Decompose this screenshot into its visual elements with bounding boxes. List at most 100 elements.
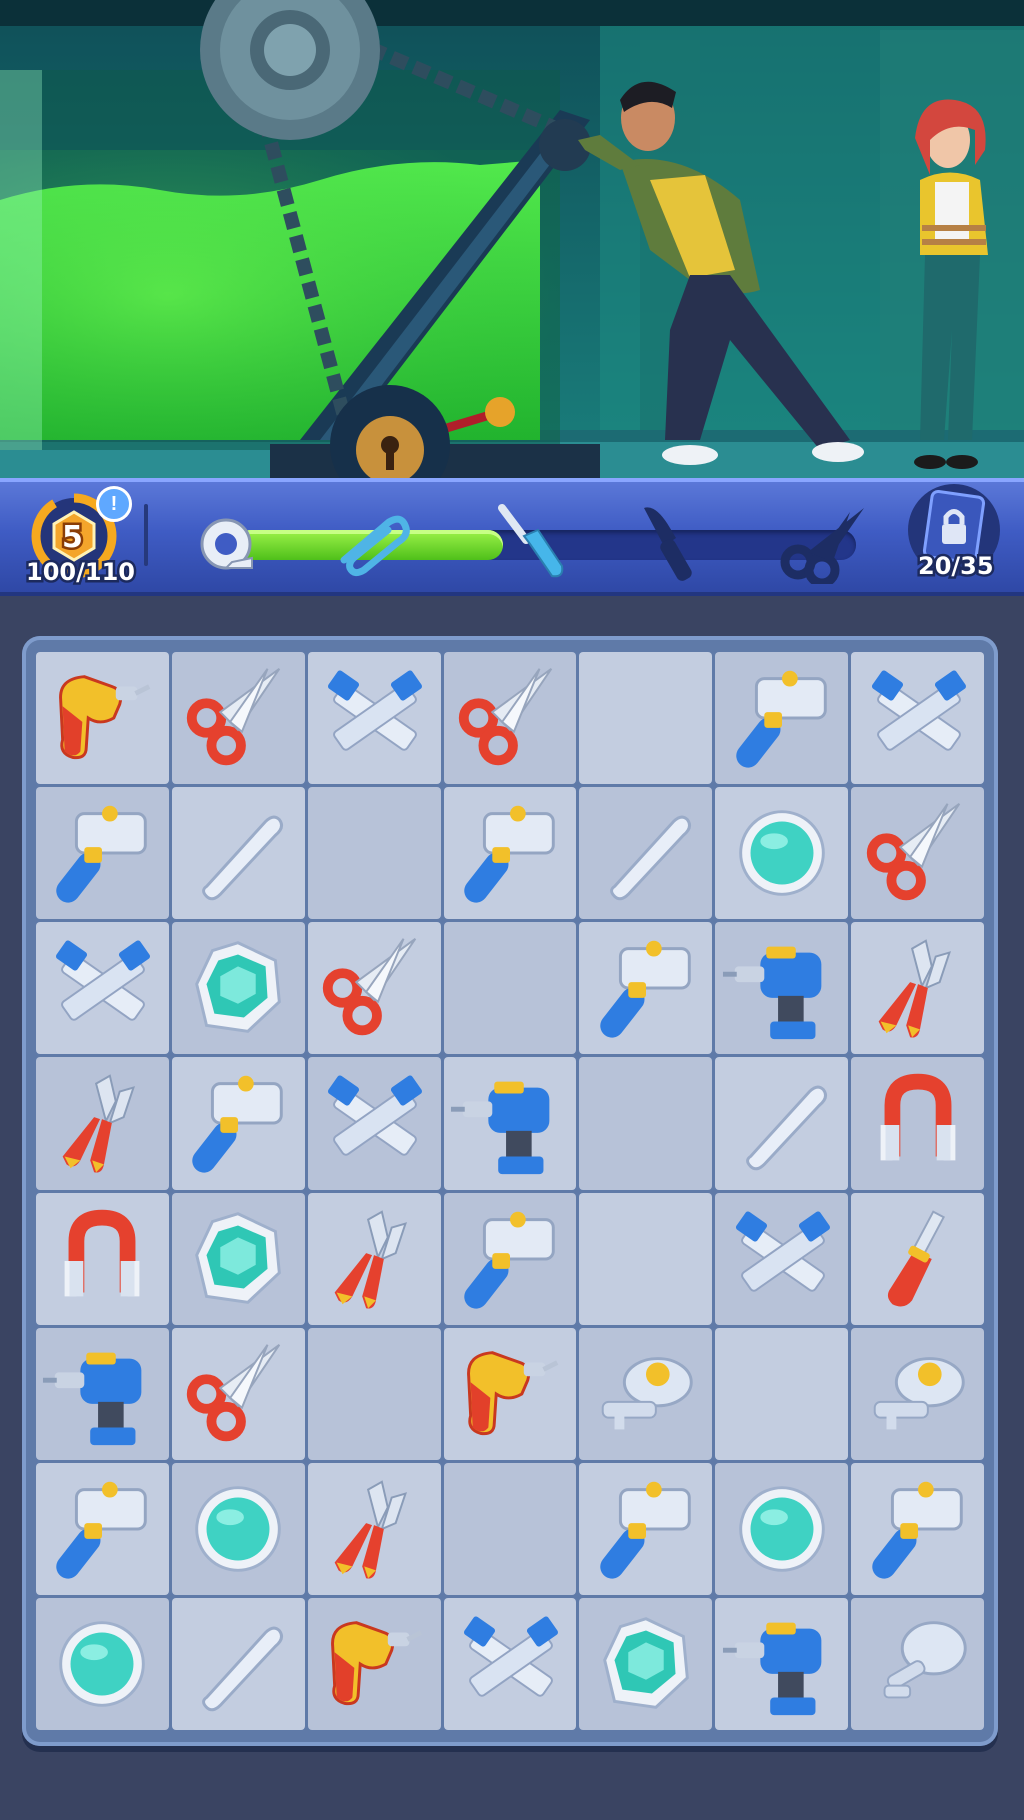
board-cell[interactable] xyxy=(171,1057,305,1190)
board-cell[interactable] xyxy=(36,652,169,785)
power-drill-icon xyxy=(43,1352,142,1445)
board-cell[interactable] xyxy=(715,1462,849,1595)
board-cell xyxy=(307,1327,441,1460)
alert-icon: ! xyxy=(110,492,118,515)
board-cell xyxy=(579,1192,713,1325)
scissors-icon xyxy=(322,938,417,1036)
board-cell[interactable] xyxy=(715,1192,849,1325)
board-cell[interactable] xyxy=(36,1192,169,1325)
hammer-icon xyxy=(464,1211,555,1309)
key-icon xyxy=(601,1356,693,1430)
board-cell xyxy=(307,787,441,920)
flat-wrench-icon xyxy=(202,1626,284,1712)
board-cell[interactable] xyxy=(171,922,305,1055)
screwdriver-icon xyxy=(498,504,564,578)
hammer-icon xyxy=(56,1481,148,1579)
power-drill-icon xyxy=(722,1622,822,1716)
board-cell[interactable] xyxy=(715,787,849,920)
board-cell[interactable] xyxy=(715,1597,849,1730)
board-cell[interactable] xyxy=(171,1462,305,1595)
board-cell[interactable] xyxy=(851,1462,984,1595)
magnet-icon xyxy=(65,1209,140,1296)
board-cell[interactable] xyxy=(171,1327,305,1460)
board-cell[interactable] xyxy=(36,1327,169,1460)
board-cell[interactable] xyxy=(307,1192,441,1325)
board-cell[interactable] xyxy=(443,787,577,920)
board-cell[interactable] xyxy=(443,1057,577,1190)
board-cell[interactable] xyxy=(443,1327,577,1460)
board-cell[interactable] xyxy=(579,1462,713,1595)
board-cell[interactable] xyxy=(851,922,984,1055)
board-cell[interactable] xyxy=(443,1192,577,1325)
hammer-icon xyxy=(600,941,691,1038)
pliers-icon xyxy=(878,939,951,1038)
crossed-wrenches-icon xyxy=(735,1211,830,1292)
screwdriver-icon xyxy=(887,1209,945,1307)
scissors-icon xyxy=(780,508,864,584)
scissors-icon xyxy=(458,668,553,766)
board-cell[interactable] xyxy=(851,1327,984,1460)
board-cell[interactable] xyxy=(851,1192,984,1325)
board-cell[interactable] xyxy=(851,652,984,785)
drill-icon xyxy=(59,675,151,760)
magnet-icon xyxy=(880,1074,955,1161)
board-cell[interactable] xyxy=(36,922,169,1055)
board-cell[interactable] xyxy=(36,1057,169,1190)
board-area xyxy=(0,596,1024,1820)
board-cell[interactable] xyxy=(851,1057,984,1190)
board-cell[interactable] xyxy=(171,787,305,920)
board-cell[interactable] xyxy=(579,1597,713,1730)
board-cell[interactable] xyxy=(36,1597,169,1730)
board-cell[interactable] xyxy=(443,1597,577,1730)
board-cell[interactable] xyxy=(307,1597,441,1730)
board-cell[interactable] xyxy=(579,922,713,1055)
crossed-wrenches-icon xyxy=(56,940,151,1022)
gem-round-icon xyxy=(738,810,825,896)
scissors-icon xyxy=(866,803,960,901)
hammer-icon xyxy=(735,670,827,768)
board-cell xyxy=(715,1327,849,1460)
moves-counter[interactable]: 20/35 xyxy=(904,484,1004,588)
board-cell[interactable] xyxy=(171,1192,305,1325)
board-cell xyxy=(579,652,713,785)
board-cell[interactable] xyxy=(715,922,849,1055)
level-badge[interactable]: 5 100/110 ! xyxy=(22,486,138,589)
board-cell[interactable] xyxy=(579,1327,713,1460)
board-cell[interactable] xyxy=(851,1597,984,1730)
hammer-icon xyxy=(192,1076,284,1174)
board-cell[interactable] xyxy=(715,1057,849,1190)
level-number: 5 xyxy=(60,518,86,558)
hammer-icon xyxy=(464,805,555,903)
board-cell[interactable] xyxy=(851,787,984,920)
board-cell[interactable] xyxy=(171,1597,305,1730)
knife-icon xyxy=(644,507,692,581)
board-cell[interactable] xyxy=(307,1462,441,1595)
pliers-icon xyxy=(63,1074,136,1173)
hammer-icon xyxy=(56,805,148,903)
scissors-icon xyxy=(187,1343,281,1441)
board-cell[interactable] xyxy=(36,1462,169,1595)
board-cell[interactable] xyxy=(443,652,577,785)
board-cell xyxy=(579,1057,713,1190)
lab-background xyxy=(0,0,1024,478)
board-cell[interactable] xyxy=(171,652,305,785)
top-hud: 5 100/110 ! 20/35 xyxy=(0,478,1024,596)
gem-hex-icon xyxy=(195,941,282,1034)
flat-wrench-icon xyxy=(745,1086,827,1171)
board-cell[interactable] xyxy=(579,787,713,920)
board-cell xyxy=(443,922,577,1055)
pliers-icon xyxy=(334,1480,408,1579)
key-icon xyxy=(873,1356,965,1430)
board-cell[interactable] xyxy=(715,652,849,785)
board-cell[interactable] xyxy=(307,1057,441,1190)
gem-round-icon xyxy=(738,1486,825,1572)
tile-board xyxy=(22,636,998,1746)
board-cell[interactable] xyxy=(307,922,441,1055)
board-cell[interactable] xyxy=(307,652,441,785)
gem-round-icon xyxy=(59,1621,146,1707)
story-scene xyxy=(0,0,1024,478)
board-cell[interactable] xyxy=(36,787,169,920)
crossed-wrenches-icon xyxy=(328,670,423,751)
xp-counter: 100/110 xyxy=(24,556,138,589)
alert-badge[interactable]: ! xyxy=(96,486,132,522)
